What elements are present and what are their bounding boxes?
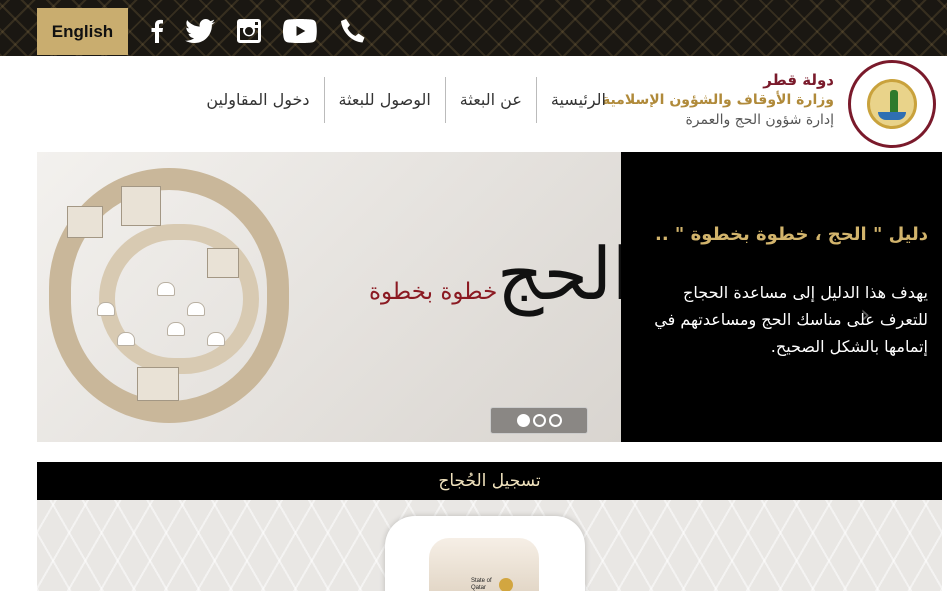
org-country: دولة قطر bbox=[763, 71, 834, 89]
slider-dot[interactable] bbox=[532, 414, 546, 427]
emblem-icon bbox=[867, 79, 917, 129]
top-bar: English bbox=[0, 0, 947, 56]
main-navigation: الرئيسية عن البعثة الوصول للبعثة دخول ال… bbox=[192, 77, 620, 123]
banner-subtitle-art: خطوة بخطوة bbox=[369, 279, 498, 305]
slider-dot[interactable] bbox=[516, 414, 530, 427]
organization-title: دولة قطر وزارة الأوقاف والشؤون الإسلامية… bbox=[602, 70, 834, 130]
banner-description: يهدف هذا الدليل إلى مساعدة الحجاج للتعرف… bbox=[654, 283, 928, 356]
pilgrims-registration-header[interactable]: تسجيل الحُجاج bbox=[37, 462, 942, 500]
language-switch-button[interactable]: English bbox=[37, 8, 128, 55]
facebook-icon[interactable] bbox=[150, 18, 164, 44]
path-illustration-inner bbox=[99, 224, 259, 374]
building-icon bbox=[121, 186, 161, 226]
banner-illustration: خطوة بخطوة الحج bbox=[37, 152, 632, 442]
tent-icon bbox=[97, 302, 115, 316]
org-department: إدارة شؤون الحج والعمرة bbox=[685, 112, 834, 128]
building-icon bbox=[67, 206, 103, 238]
tent-icon bbox=[157, 282, 175, 296]
qatar-ministry-logo[interactable] bbox=[848, 60, 936, 148]
slider-pagination bbox=[490, 407, 588, 434]
nav-contractors-login[interactable]: دخول المقاولين bbox=[192, 77, 323, 123]
org-ministry: وزارة الأوقاف والشؤون الإسلامية bbox=[601, 92, 834, 108]
instagram-icon[interactable] bbox=[237, 18, 261, 44]
registration-card[interactable]: State of Qatar bbox=[385, 516, 585, 591]
nav-about-mission[interactable]: عن البعثة bbox=[444, 77, 536, 123]
youtube-icon[interactable] bbox=[283, 18, 317, 44]
hero-slider[interactable]: خطوة بخطوة الحج دليل " الحج ، خطوة بخطوة… bbox=[37, 152, 942, 442]
tent-icon bbox=[167, 322, 185, 336]
twitter-icon[interactable] bbox=[185, 18, 215, 44]
registration-section: State of Qatar bbox=[37, 500, 942, 591]
building-icon bbox=[207, 248, 239, 278]
slider-next-arrow-icon[interactable]: › bbox=[860, 300, 870, 330]
registration-title: تسجيل الحُجاج bbox=[438, 471, 541, 491]
tent-icon bbox=[117, 332, 135, 346]
slider-dot[interactable] bbox=[548, 414, 562, 427]
phone-icon[interactable] bbox=[340, 18, 366, 44]
nav-reach-mission[interactable]: الوصول للبعثة bbox=[323, 77, 445, 123]
banner-hajj-calligraphy: الحج bbox=[497, 232, 632, 316]
banner-title: دليل " الحج ، خطوة بخطوة " .. bbox=[654, 224, 928, 245]
building-icon bbox=[137, 367, 179, 401]
nav-home[interactable]: الرئيسية bbox=[535, 77, 620, 123]
tent-icon bbox=[187, 302, 205, 316]
card-caption: State of Qatar bbox=[471, 578, 492, 591]
seal-icon bbox=[499, 578, 513, 591]
tent-icon bbox=[207, 332, 225, 346]
